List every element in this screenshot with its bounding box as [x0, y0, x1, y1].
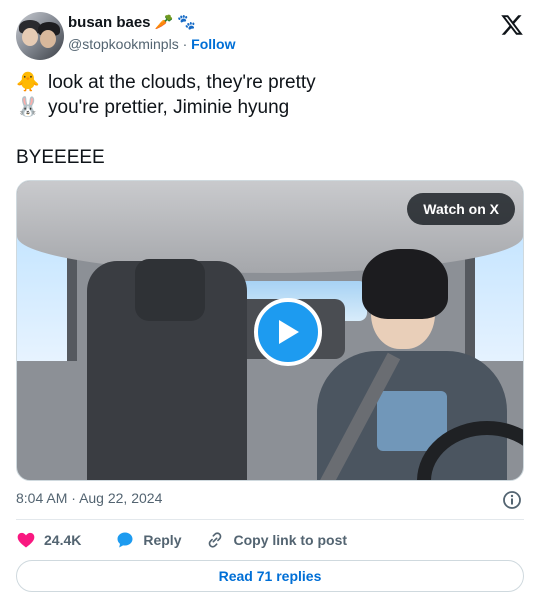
author-handle[interactable]: @stopkookminpls	[68, 36, 179, 52]
post-timestamp[interactable]: 8:04 AM · Aug 22, 2024	[16, 490, 162, 506]
tweet-line: 🐥 look at the clouds, they're pretty	[16, 70, 316, 95]
tweet-line-text: look at the clouds, they're pretty	[48, 72, 316, 93]
author-name-row: busan baes 🥕 🐾	[68, 14, 196, 31]
play-icon	[279, 320, 299, 344]
reply-bubble-icon	[117, 532, 133, 548]
action-bar: 24.4K Reply Copy link to post	[16, 530, 347, 550]
reply-label: Reply	[143, 532, 182, 548]
copy-link-button[interactable]: Copy link to post	[205, 530, 347, 550]
copy-link-label: Copy link to post	[233, 532, 348, 548]
chick-emoji: 🐥	[16, 72, 40, 93]
tweet-card: busan baes 🥕 🐾 @stopkookminpls · Follow …	[0, 0, 540, 607]
read-replies-button[interactable]: Read 71 replies	[16, 560, 524, 592]
heart-icon	[17, 532, 35, 548]
like-button[interactable]: 24.4K	[16, 530, 81, 550]
author-display-name[interactable]: busan baes	[68, 14, 151, 31]
timestamp-separator: ·	[71, 490, 76, 506]
post-date: Aug 22, 2024	[79, 490, 163, 506]
x-logo-icon[interactable]	[500, 13, 524, 37]
watch-on-x-button[interactable]: Watch on X	[407, 193, 515, 225]
handle-separator: ·	[182, 36, 188, 52]
play-button[interactable]	[254, 298, 322, 366]
paw-emoji: 🐾	[177, 14, 196, 31]
follow-link[interactable]: Follow	[191, 36, 235, 52]
tweet-line: BYEEEEE	[16, 145, 316, 170]
tweet-closing-text: BYEEEEE	[16, 147, 105, 168]
tweet-line: 🐰 you're prettier, Jiminie hyung	[16, 95, 316, 120]
like-count: 24.4K	[44, 532, 82, 548]
carrot-emoji: 🥕	[154, 14, 174, 31]
divider	[16, 519, 524, 520]
author-handle-row: @stopkookminpls · Follow	[68, 36, 235, 52]
video-player[interactable]: Watch on X	[16, 180, 524, 481]
info-icon[interactable]	[502, 490, 522, 510]
reply-button[interactable]: Reply	[115, 530, 181, 550]
author-avatar[interactable]	[16, 12, 64, 60]
link-icon	[209, 532, 222, 548]
post-time: 8:04 AM	[16, 490, 68, 506]
tweet-text: 🐥 look at the clouds, they're pretty 🐰 y…	[16, 70, 316, 170]
rabbit-emoji: 🐰	[16, 97, 40, 118]
passenger-headrest	[135, 259, 205, 321]
tweet-line-text: you're prettier, Jiminie hyung	[48, 97, 290, 118]
